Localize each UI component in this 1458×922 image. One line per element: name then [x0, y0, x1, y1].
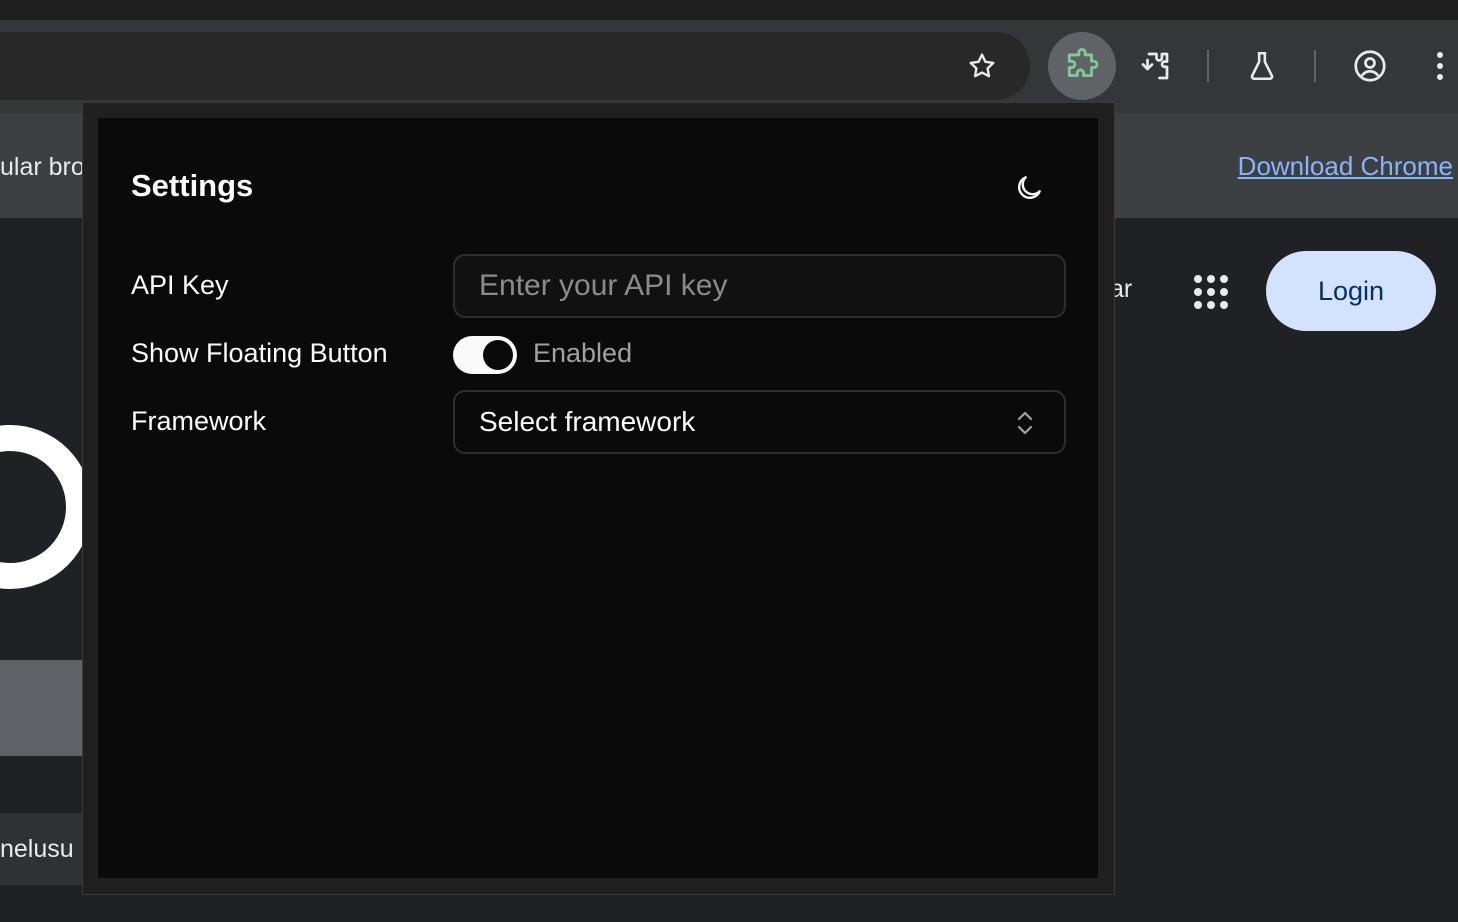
- moon-icon: [1013, 172, 1045, 204]
- more-vert-icon[interactable]: [1420, 44, 1458, 88]
- chevron-up-down-icon: [1014, 408, 1036, 438]
- address-bar[interactable]: [0, 32, 1030, 100]
- toggle-state-text: Enabled: [533, 338, 633, 368]
- download-chrome-link[interactable]: Download Chrome: [1238, 151, 1453, 182]
- account-circle-icon[interactable]: [1348, 44, 1392, 88]
- search-box-fragment[interactable]: [0, 660, 90, 756]
- apps-grid-icon[interactable]: [1194, 275, 1228, 309]
- puzzle-icon: [1063, 47, 1101, 85]
- framework-select[interactable]: Select framework: [453, 390, 1066, 454]
- api-key-input[interactable]: [453, 254, 1066, 318]
- flask-icon[interactable]: [1240, 44, 1284, 88]
- logo-bar: [68, 487, 82, 507]
- star-icon[interactable]: [960, 44, 1004, 88]
- shortcut-label: nelusu: [0, 835, 74, 863]
- floating-button-toggle[interactable]: [453, 336, 517, 374]
- active-extension-button[interactable]: [1048, 32, 1116, 100]
- framework-select-value: Select framework: [479, 406, 696, 437]
- theme-toggle-button[interactable]: [1009, 168, 1049, 208]
- api-key-label: API Key: [131, 270, 229, 300]
- logo: [0, 425, 92, 589]
- popup-title: Settings: [131, 168, 254, 203]
- extension-icon[interactable]: [1133, 44, 1177, 88]
- framework-label: Framework: [131, 406, 267, 436]
- floating-button-label: Show Floating Button: [131, 338, 388, 368]
- toolbar-separator: [1314, 50, 1316, 82]
- infobar-text: ular bro: [0, 153, 85, 181]
- login-button[interactable]: Login: [1266, 251, 1436, 331]
- settings-popup: Settings API Key Show Floating Button En…: [98, 118, 1098, 878]
- toggle-knob: [483, 340, 513, 370]
- tab-strip: [0, 0, 1458, 20]
- toolbar-separator: [1207, 50, 1209, 82]
